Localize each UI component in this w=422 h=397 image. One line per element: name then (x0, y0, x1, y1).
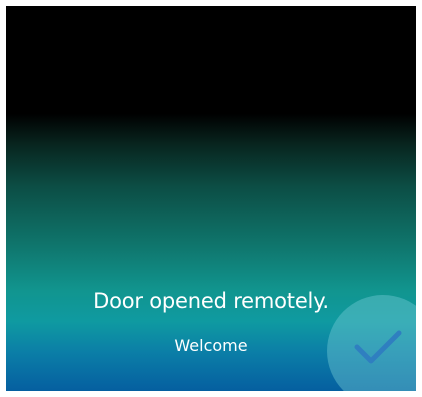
door-status-screen: Door opened remotely. Welcome (6, 6, 416, 391)
checkmark-icon (354, 330, 402, 364)
